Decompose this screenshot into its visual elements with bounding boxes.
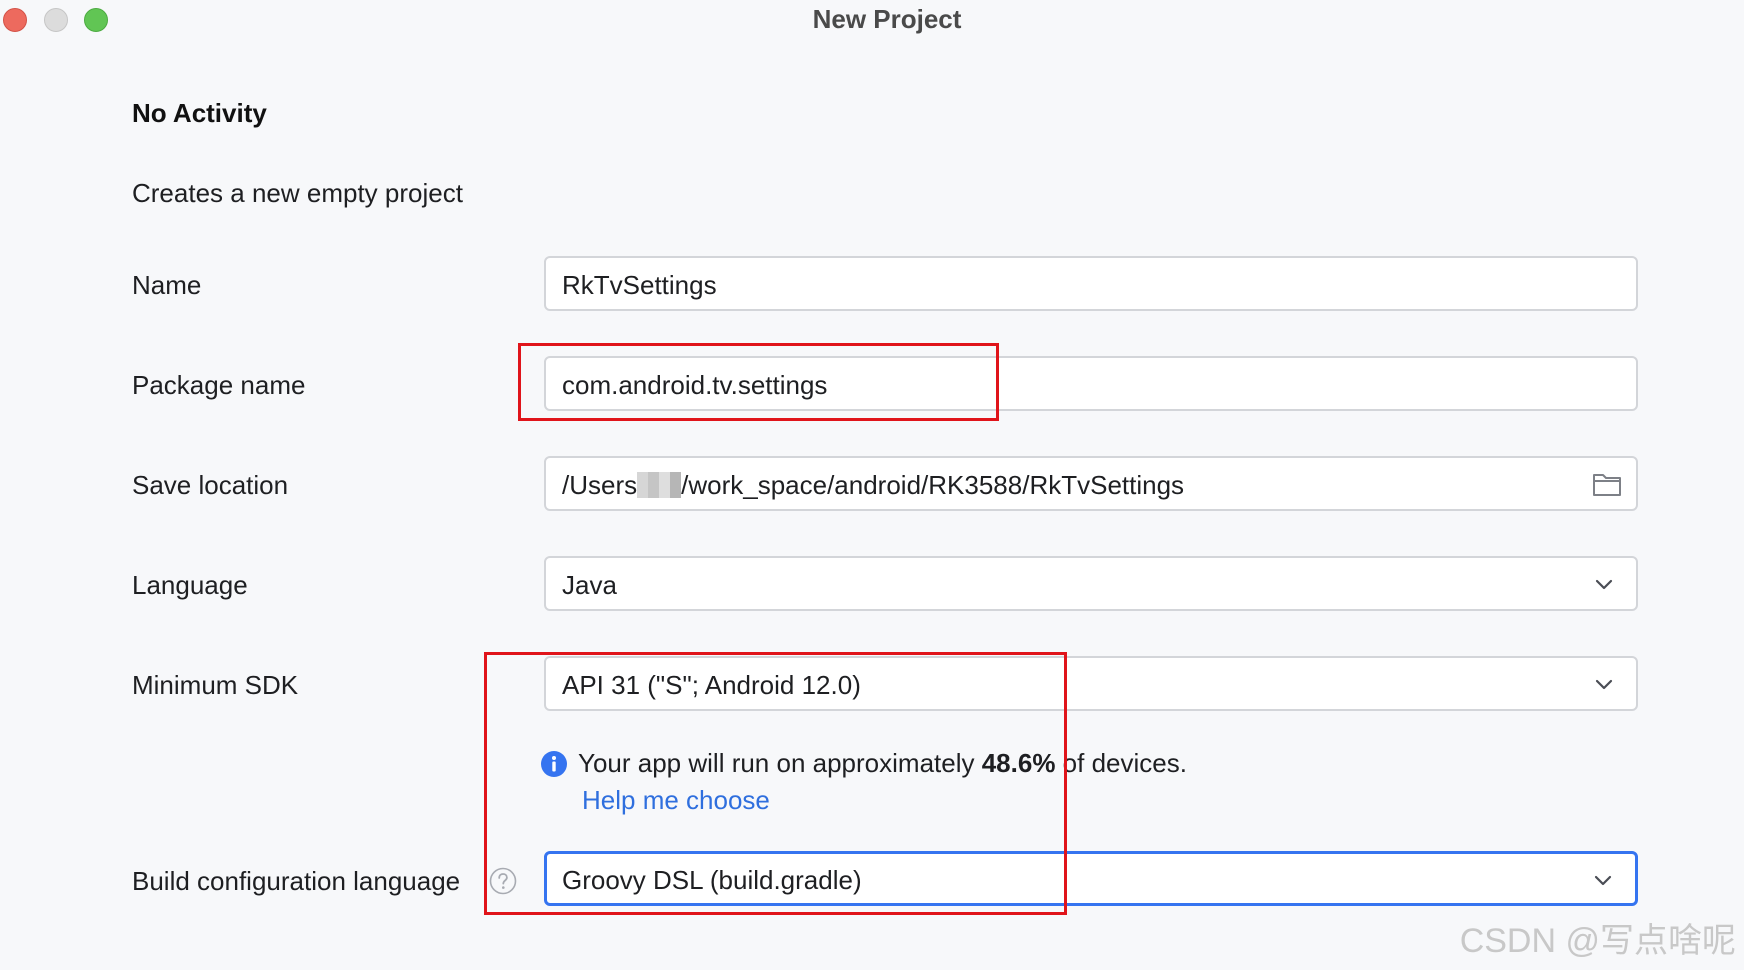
- chevron-down-icon: [1595, 679, 1613, 690]
- language-label: Language: [132, 570, 248, 600]
- folder-icon[interactable]: [1592, 470, 1622, 498]
- question-icon[interactable]: [489, 867, 517, 895]
- build-config-language-select-value: Groovy DSL (build.gradle): [562, 865, 862, 895]
- name-field-value: RkTvSettings: [562, 270, 717, 300]
- template-description: Creates a new empty project: [132, 178, 463, 208]
- minimum-sdk-select[interactable]: API 31 ("S"; Android 12.0): [544, 656, 1638, 711]
- language-select-value: Java: [562, 570, 617, 600]
- save-location-suffix: /work_space/android/RK3588/RkTvSettings: [681, 470, 1185, 500]
- language-select[interactable]: Java: [544, 556, 1638, 611]
- build-config-language-label: Build configuration language: [132, 866, 461, 896]
- template-title: No Activity: [132, 98, 267, 128]
- save-location-prefix: /Users: [562, 470, 638, 500]
- minimum-sdk-label: Minimum SDK: [132, 670, 299, 700]
- new-project-window: New Project No Activity Creates a new em…: [0, 0, 1744, 970]
- minimum-sdk-select-value: API 31 ("S"; Android 12.0): [562, 670, 861, 700]
- sdk-coverage-percentage: 48.6%: [981, 748, 1056, 778]
- save-location-field[interactable]: /Users/work_space/android/RK3588/RkTvSet…: [544, 456, 1638, 511]
- package-name-label: Package name: [132, 370, 306, 400]
- sdk-coverage-text-before: Your app will run on approximately: [578, 748, 982, 778]
- package-name-field-value: com.android.tv.settings: [562, 370, 828, 400]
- name-label: Name: [132, 270, 202, 300]
- watermark: CSDN @写点啥呢: [1459, 922, 1736, 960]
- help-me-choose-link[interactable]: Help me choose: [582, 785, 770, 816]
- save-location-field-value: /Users/work_space/android/RK3588/RkTvSet…: [562, 470, 1184, 501]
- chevron-down-icon: [1595, 579, 1613, 590]
- build-config-language-select[interactable]: Groovy DSL (build.gradle): [544, 851, 1638, 906]
- sdk-coverage-text-after: of devices.: [1055, 748, 1187, 778]
- name-field[interactable]: RkTvSettings: [544, 256, 1638, 311]
- redacted-username: [637, 472, 682, 498]
- save-location-label: Save location: [132, 470, 289, 500]
- sdk-coverage-text: Your app will run on approximately 48.6%…: [578, 748, 1187, 779]
- title-bar: New Project: [0, 0, 1744, 40]
- window-title: New Project: [812, 4, 962, 34]
- package-name-field[interactable]: com.android.tv.settings: [544, 356, 1638, 411]
- info-icon: [541, 751, 567, 777]
- chevron-down-icon: [1594, 875, 1612, 886]
